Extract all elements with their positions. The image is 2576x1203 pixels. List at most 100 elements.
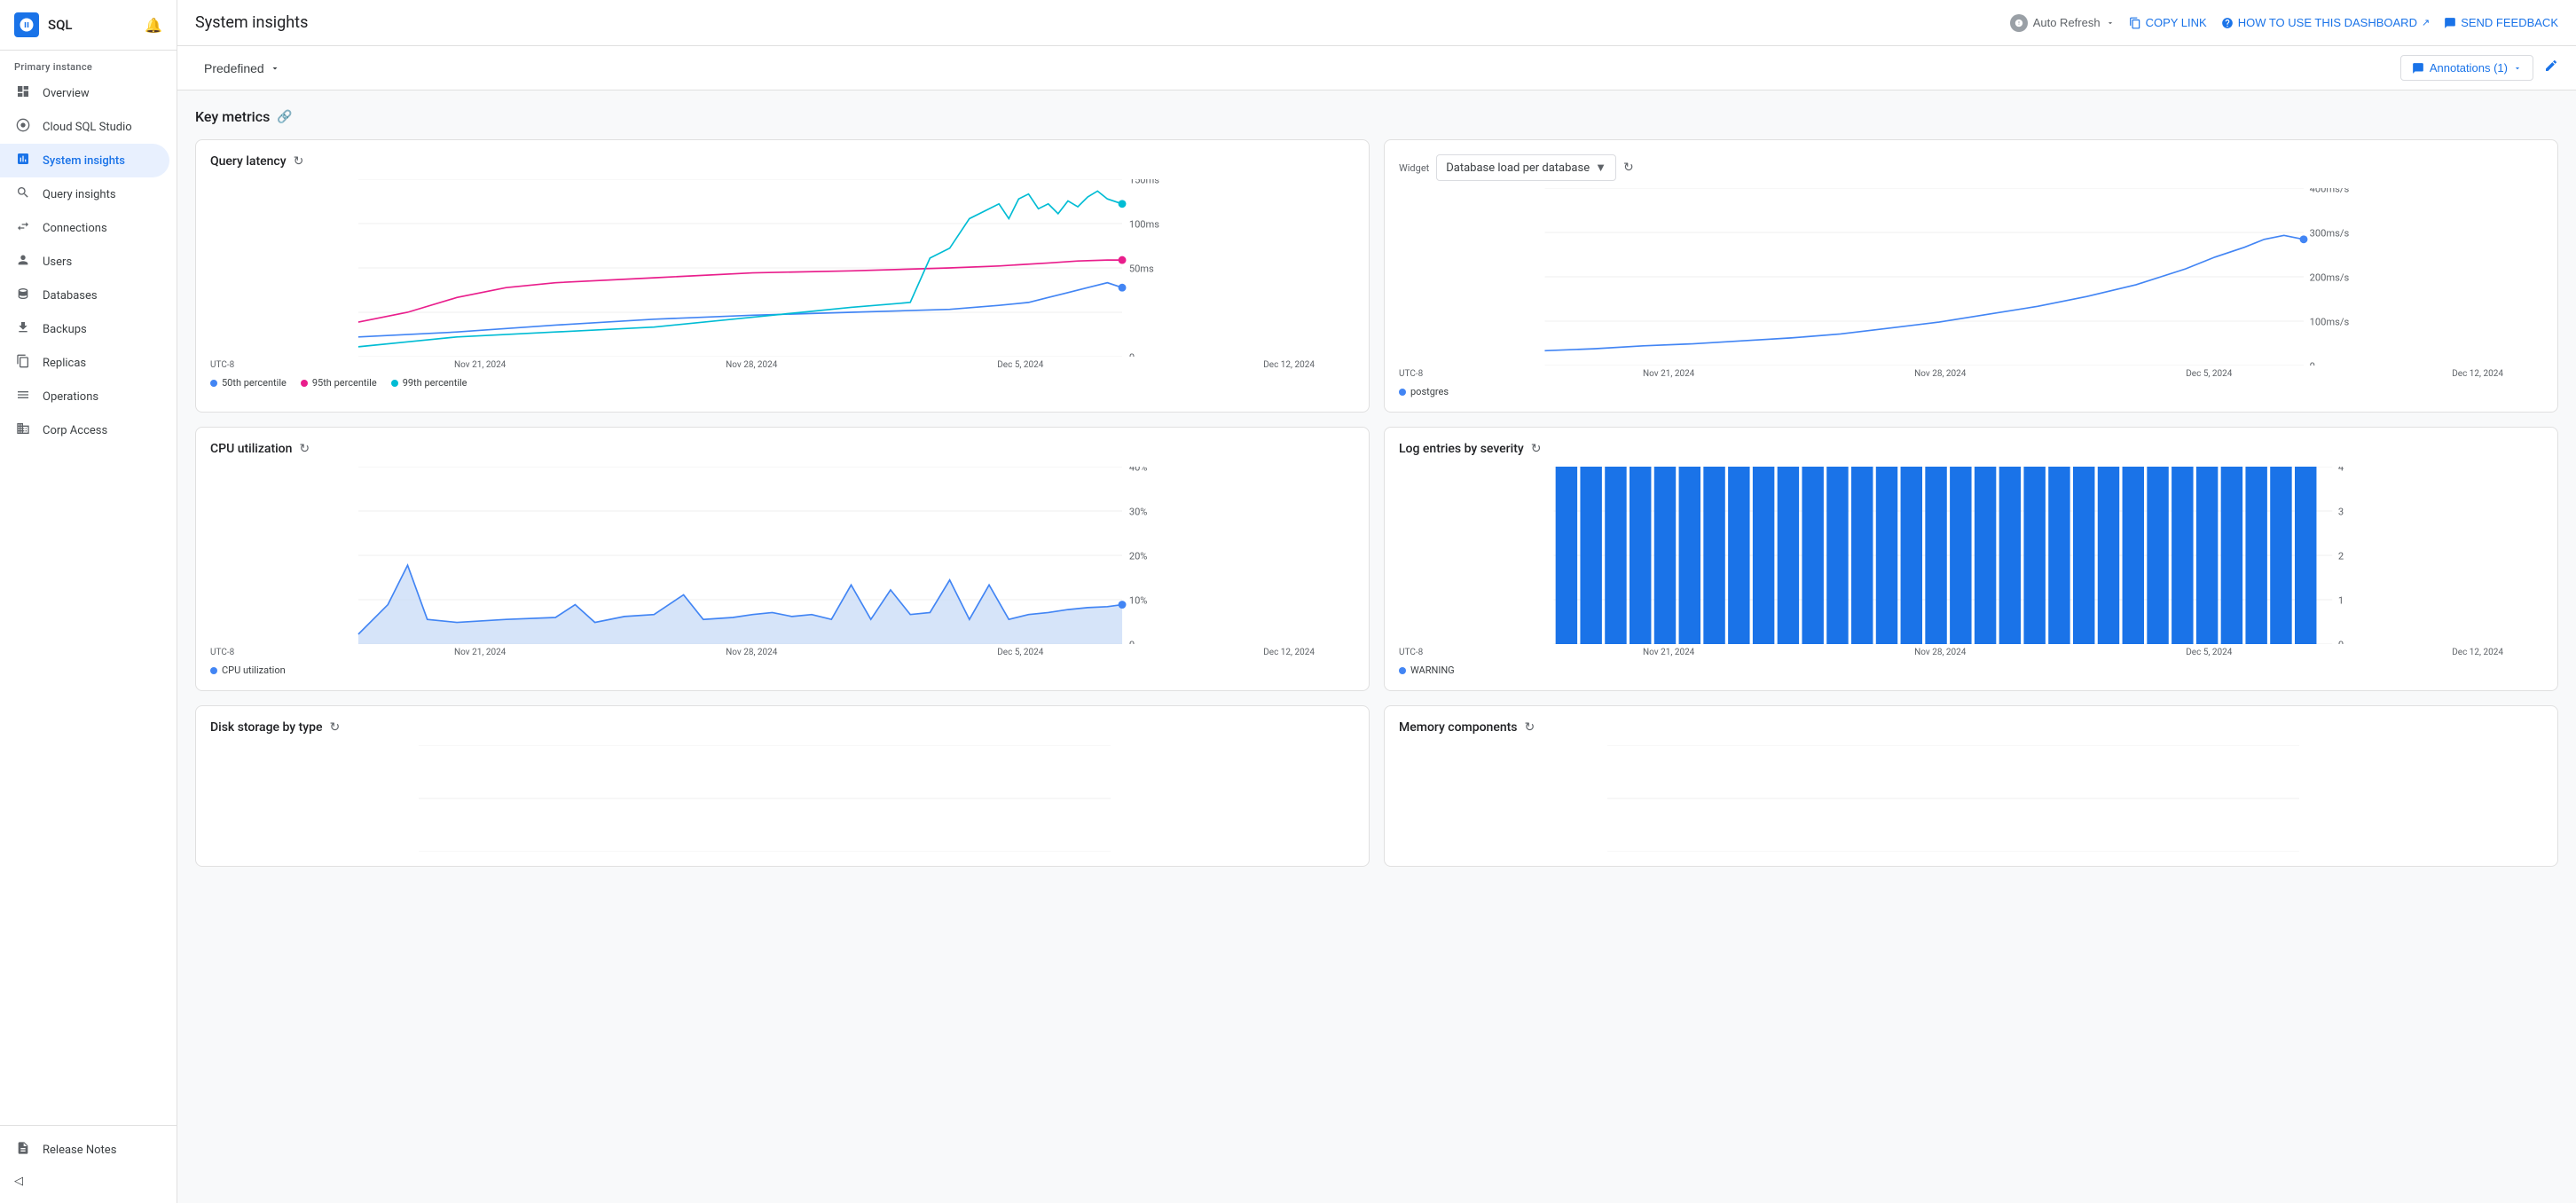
log-entries-title: Log entries by severity <box>1399 442 1524 456</box>
disk-storage-title-row: Disk storage by type ↻ <box>210 720 1355 735</box>
collapse-icon: ◁ <box>14 1175 23 1188</box>
xaxis-label: Dec 12, 2024 <box>1263 360 1315 370</box>
svg-text:150ms: 150ms <box>1129 179 1159 185</box>
notification-bell-icon[interactable]: 🔔 <box>145 17 162 34</box>
legend-50th: 50th percentile <box>210 377 287 389</box>
sidebar-collapse-btn[interactable]: ◁ <box>0 1167 177 1196</box>
predefined-button[interactable]: Predefined <box>195 56 289 81</box>
disk-storage-card: Disk storage by type ↻ <box>195 705 1370 867</box>
widget-row: Widget Database load per database ▼ ↻ <box>1399 154 2543 181</box>
key-metrics-link-icon[interactable]: 🔗 <box>277 110 292 124</box>
svg-text:300ms/s: 300ms/s <box>2310 227 2350 239</box>
legend-label: postgres <box>1410 386 1449 397</box>
cpu-svg: 40% 30% 20% 10% 0 <box>210 467 1355 644</box>
sidebar-item-label: Replicas <box>43 357 86 370</box>
query-latency-title-row: Query latency ↻ <box>210 154 1355 169</box>
disk-storage-title: Disk storage by type <box>210 720 323 735</box>
legend-99th: 99th percentile <box>391 377 467 389</box>
sidebar-item-label: Connections <box>43 222 107 235</box>
svg-text:0: 0 <box>2338 639 2344 644</box>
memory-components-card: Memory components ↻ <box>1384 705 2558 867</box>
legend-label: 99th percentile <box>403 377 467 389</box>
memory-svg <box>1399 745 2543 852</box>
svg-text:30%: 30% <box>1129 506 1148 517</box>
legend-dot <box>391 380 398 387</box>
sidebar-item-replicas[interactable]: Replicas <box>0 346 169 380</box>
xaxis-label: Dec 5, 2024 <box>997 360 1043 370</box>
sidebar-item-connections[interactable]: Connections <box>0 211 169 245</box>
sidebar-section-label: Primary instance <box>0 51 177 76</box>
query-latency-chart-area: 150ms 100ms 50ms 0 <box>210 179 1355 357</box>
xaxis-label: Nov 21, 2024 <box>454 648 506 657</box>
log-entries-svg: 4 3 2 1 0 <box>1399 467 2543 644</box>
sidebar-item-label: Operations <box>43 390 98 404</box>
legend-dot <box>301 380 308 387</box>
svg-text:10%: 10% <box>1129 594 1148 606</box>
svg-text:100ms/s: 100ms/s <box>2310 316 2350 327</box>
edit-icon <box>2544 59 2558 73</box>
sidebar-item-corp-access[interactable]: Corp Access <box>0 413 169 447</box>
svg-text:200ms/s: 200ms/s <box>2310 271 2350 283</box>
xaxis-label: UTC-8 <box>1399 369 1423 379</box>
predefined-dropdown-icon <box>270 63 280 74</box>
top-bar-actions: Auto Refresh COPY LINK HOW TO USE THIS D… <box>2010 14 2558 32</box>
backups-icon <box>14 320 32 338</box>
annotations-icon <box>2412 62 2424 75</box>
svg-text:40%: 40% <box>1129 467 1148 473</box>
xaxis-label: Nov 28, 2024 <box>1914 648 1966 657</box>
legend-postgres: postgres <box>1399 386 1449 397</box>
memory-refresh-icon[interactable]: ↻ <box>1525 720 1535 735</box>
svg-text:0: 0 <box>2310 360 2315 366</box>
log-entries-card: Log entries by severity ↻ <box>1384 427 2558 691</box>
auto-refresh-status-icon <box>2010 14 2028 32</box>
auto-refresh-dropdown-icon <box>2106 19 2115 28</box>
svg-text:2: 2 <box>2338 550 2344 562</box>
sidebar-item-operations[interactable]: Operations <box>0 380 169 413</box>
release-notes-icon <box>14 1141 32 1159</box>
svg-text:50ms: 50ms <box>1129 263 1154 274</box>
sidebar-item-databases[interactable]: Databases <box>0 279 169 312</box>
query-latency-refresh-icon[interactable]: ↻ <box>294 154 304 169</box>
widget-dropdown-arrow-icon: ▼ <box>1595 161 1606 175</box>
log-entries-legend: WARNING <box>1399 664 2543 676</box>
query-latency-card: Query latency ↻ <box>195 139 1370 413</box>
database-load-refresh-icon[interactable]: ↻ <box>1623 161 1634 175</box>
sidebar-item-cloud-sql-studio[interactable]: Cloud SQL Studio <box>0 110 169 144</box>
sidebar-item-release-notes[interactable]: Release Notes <box>0 1133 169 1167</box>
xaxis-label: Nov 28, 2024 <box>726 648 777 657</box>
send-feedback-button[interactable]: SEND FEEDBACK <box>2444 16 2558 29</box>
cpu-xaxis: UTC-8 Nov 21, 2024 Nov 28, 2024 Dec 5, 2… <box>210 648 1355 657</box>
query-latency-title: Query latency <box>210 154 287 169</box>
widget-select-dropdown[interactable]: Database load per database ▼ <box>1436 154 1616 181</box>
how-to-use-button[interactable]: HOW TO USE THIS DASHBOARD ↗ <box>2221 16 2430 29</box>
cpu-chart-area: 40% 30% 20% 10% 0 <box>210 467 1355 644</box>
sidebar-item-overview[interactable]: Overview <box>0 76 169 110</box>
query-latency-svg: 150ms 100ms 50ms 0 <box>210 179 1355 357</box>
memory-title-row: Memory components ↻ <box>1399 720 2543 735</box>
legend-label: 50th percentile <box>222 377 287 389</box>
cpu-refresh-icon[interactable]: ↻ <box>299 442 310 456</box>
legend-dot <box>210 380 217 387</box>
sidebar-item-system-insights[interactable]: System insights <box>0 144 169 177</box>
svg-text:20%: 20% <box>1129 550 1148 562</box>
auto-refresh-button[interactable]: Auto Refresh <box>2010 14 2115 32</box>
page-title: System insights <box>195 13 1996 32</box>
sidebar-item-backups[interactable]: Backups <box>0 312 169 346</box>
sidebar-item-label: Users <box>43 256 72 269</box>
legend-dot <box>1399 667 1406 674</box>
query-insights-icon <box>14 185 32 203</box>
disk-storage-refresh-icon[interactable]: ↻ <box>330 720 341 735</box>
sidebar: SQL 🔔 Primary instance Overview Cloud SQ… <box>0 0 177 1203</box>
log-entries-refresh-icon[interactable]: ↻ <box>1531 442 1542 456</box>
xaxis-label: UTC-8 <box>210 648 234 657</box>
sidebar-item-users[interactable]: Users <box>0 245 169 279</box>
copy-link-button[interactable]: COPY LINK <box>2129 16 2207 29</box>
toolbar: Predefined Annotations (1) <box>177 46 2576 90</box>
widget-select-value: Database load per database <box>1446 161 1590 175</box>
annotations-button[interactable]: Annotations (1) <box>2400 55 2533 81</box>
edit-button[interactable] <box>2544 59 2558 77</box>
cloud-sql-studio-icon <box>14 118 32 136</box>
system-insights-icon <box>14 152 32 169</box>
copy-link-label: COPY LINK <box>2146 16 2207 29</box>
sidebar-item-query-insights[interactable]: Query insights <box>0 177 169 211</box>
